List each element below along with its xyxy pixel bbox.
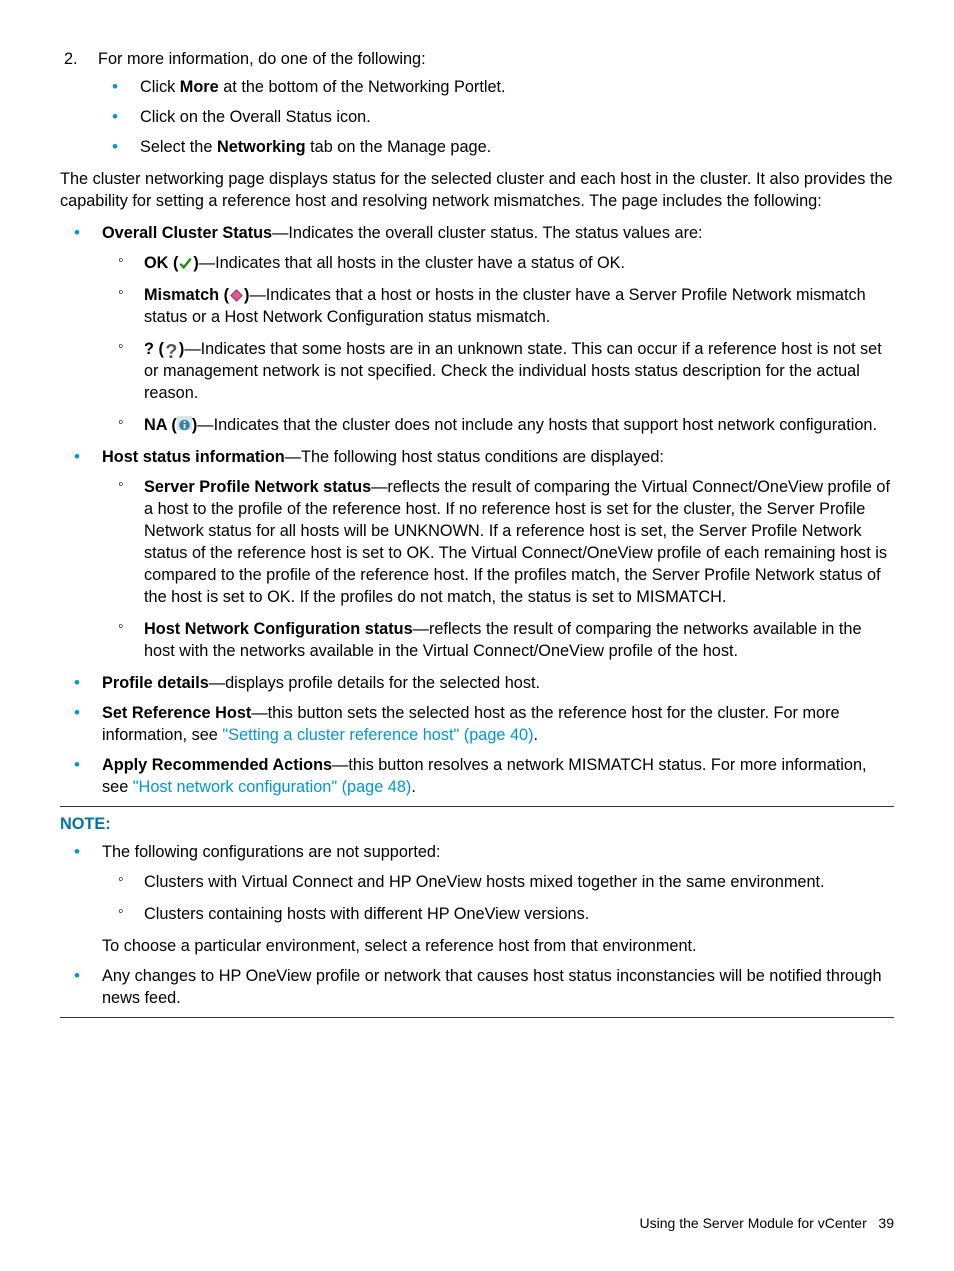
status-values: OK ()—Indicates that all hosts in the cl… [102, 252, 894, 436]
note-top-rule [60, 806, 894, 807]
page-footer: Using the Server Module for vCenter 39 [640, 1214, 894, 1233]
set-reference-host: Set Reference Host—this button sets the … [60, 702, 894, 746]
server-profile-network-status: Server Profile Network status—reflects t… [102, 476, 894, 608]
step-2: For more information, do one of the foll… [92, 48, 894, 158]
list-item: Select the Networking tab on the Manage … [98, 136, 894, 158]
diamond-icon [229, 286, 244, 300]
question-icon: ? [164, 345, 179, 359]
note-item-2: Any changes to HP OneView profile or net… [60, 965, 894, 1009]
page-body: For more information, do one of the foll… [0, 0, 954, 1064]
host-network-config-link[interactable]: "Host network configuration" (page 48) [133, 778, 412, 796]
note-sub-footer: To choose a particular environment, sele… [102, 935, 894, 957]
apply-recommended-actions: Apply Recommended Actions—this button re… [60, 754, 894, 798]
host-network-config-status: Host Network Configuration status—reflec… [102, 618, 894, 662]
step-2-text: For more information, do one of the foll… [98, 50, 426, 68]
overall-cluster-status: Overall Cluster Status—Indicates the ove… [60, 222, 894, 436]
note-bottom-rule [60, 1017, 894, 1018]
note-header: NOTE: [60, 813, 894, 835]
set-reference-link[interactable]: "Setting a cluster reference host" (page… [222, 726, 533, 744]
step-list: For more information, do one of the foll… [60, 48, 894, 158]
note-sub-b: Clusters containing hosts with different… [102, 903, 894, 925]
list-item: Click on the Overall Status icon. [98, 106, 894, 128]
host-status-information: Host status information—The following ho… [60, 446, 894, 662]
note-sub-a: Clusters with Virtual Connect and HP One… [102, 871, 894, 893]
note-list: The following configurations are not sup… [60, 841, 894, 1009]
profile-details: Profile details—displays profile details… [60, 672, 894, 694]
status-ok: OK ()—Indicates that all hosts in the cl… [102, 252, 894, 274]
status-mismatch: Mismatch ()—Indicates that a host or hos… [102, 284, 894, 328]
info-icon [177, 416, 192, 430]
intro-paragraph: The cluster networking page displays sta… [60, 168, 894, 212]
host-status-list: Server Profile Network status—reflects t… [102, 476, 894, 662]
feature-list: Overall Cluster Status—Indicates the ove… [60, 222, 894, 798]
footer-page: 39 [878, 1215, 894, 1231]
note-item-1: The following configurations are not sup… [60, 841, 894, 957]
status-na: NA ()—Indicates that the cluster does no… [102, 414, 894, 436]
note-sublist: Clusters with Virtual Connect and HP One… [102, 871, 894, 925]
status-unknown: ? (?)—Indicates that some hosts are in a… [102, 338, 894, 404]
footer-title: Using the Server Module for vCenter [640, 1215, 867, 1231]
step-2-options: Click More at the bottom of the Networki… [98, 76, 894, 158]
list-item: Click More at the bottom of the Networki… [98, 76, 894, 98]
check-icon [178, 254, 193, 268]
